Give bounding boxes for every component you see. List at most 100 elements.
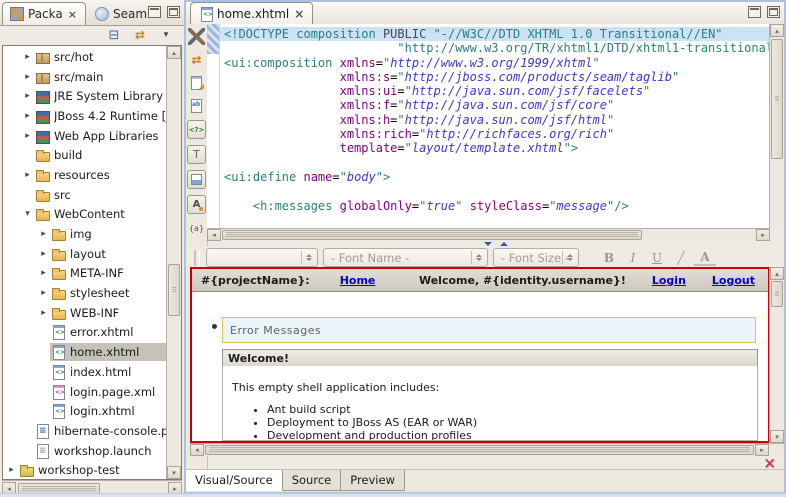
expand-arrow-icon[interactable]: ▸ [37,229,50,239]
tree-item-src[interactable]: src [3,185,166,205]
tree-item-webcontent[interactable]: ▾WebContent [3,205,166,225]
visual-horizontal-scrollbar[interactable]: ◂ ▸ [190,443,784,456]
scroll-up-icon[interactable]: ▴ [770,24,784,37]
code-line[interactable]: "http://www.w3.org/TR/xhtml1/DTD/xhtml1-… [220,41,770,55]
italic-button[interactable]: I [622,249,644,267]
tree-item-jboss-4-2-runtime-jbo[interactable]: ▸JBoss 4.2 Runtime [JBo [3,106,166,126]
code-line[interactable] [220,184,770,198]
tree-item-workshop-launch[interactable]: workshop.launch [3,441,166,461]
scroll-up-icon[interactable]: ▴ [167,46,181,59]
page-design-options-icon[interactable] [188,74,205,91]
spinner-icon[interactable] [301,251,315,264]
code-line[interactable]: xmlns:h="http://java.sun.com/jsf/html" [220,113,770,127]
expand-arrow-icon[interactable]: ▸ [21,170,34,180]
home-link[interactable]: Home [340,274,376,287]
minimize-editor-icon[interactable] [748,6,761,18]
close-icon[interactable]: × [294,7,304,21]
expand-arrow-icon[interactable]: ▸ [37,308,50,318]
visual-design-pane[interactable]: #{projectName}: Home Welcome, #{identity… [190,267,770,443]
tab-home-xhtml[interactable]: home.xhtml × [190,2,313,24]
block-format-combo[interactable] [206,248,318,267]
refresh-icon[interactable] [188,51,205,68]
tree-item-layout[interactable]: ▸layout [3,244,166,264]
tab-visual-source[interactable]: Visual/Source [186,470,283,491]
welcome-panel-header[interactable]: Welcome! [222,349,758,367]
source-vertical-scrollbar[interactable]: ▴ [769,24,784,228]
show-text-formatting-icon[interactable] [187,145,206,164]
login-link[interactable]: Login [652,274,686,287]
tree-vertical-scrollbar[interactable]: ▴ ▾ [166,46,181,479]
expand-arrow-icon[interactable]: ▸ [21,91,34,101]
source-editor[interactable]: <!DOCTYPE composition PUBLIC "-//W3C//DT… [207,24,770,228]
scroll-up-icon[interactable]: ▴ [770,267,784,280]
font-color-button[interactable]: A [694,249,716,266]
scroll-thumb[interactable] [205,445,754,455]
code-line[interactable]: <ui:define name="body"> [220,170,770,184]
source-horizontal-scrollbar[interactable]: ◂ ▸ [207,228,770,241]
tree-item-web-inf[interactable]: ▸WEB-INF [3,303,166,323]
show-selection-bar-icon[interactable] [187,170,206,189]
code-line[interactable]: <ui:composition xmlns="http://www.w3.org… [220,56,770,70]
font-name-combo[interactable]: - Font Name - [323,248,488,267]
foreground-color-button[interactable]: ╱ [670,249,692,267]
tab-package-explorer[interactable]: Packa × [2,2,86,25]
show-non-visual-tags-icon[interactable] [187,120,206,139]
sash-collapse-down-icon[interactable] [484,242,492,246]
tree-item-src-hot[interactable]: ▸src/hot [3,47,166,67]
tree-item-meta-inf[interactable]: ▸META-INF [3,264,166,284]
sash-collapse-up-icon[interactable] [500,242,508,246]
code-line[interactable]: <!DOCTYPE composition PUBLIC "-//W3C//DT… [220,27,770,41]
scroll-thumb[interactable] [771,281,783,307]
spinner-icon[interactable] [562,251,576,264]
tree-item-resources[interactable]: ▸resources [3,165,166,185]
error-messages-placeholder[interactable]: Error Messages [222,317,756,343]
view-menu-icon[interactable]: ▾ [158,27,174,43]
tree-item-img[interactable]: ▸img [3,224,166,244]
tree-item-login-page-xml[interactable]: login.page.xml [3,382,166,402]
welcome-panel-body[interactable]: This empty shell application includes: A… [222,366,758,441]
font-size-combo[interactable]: - Font Size - [493,248,579,267]
tree-item-web-app-libraries[interactable]: ▸Web App Libraries [3,126,166,146]
expand-arrow-icon[interactable]: ▸ [21,72,34,82]
scroll-left-icon[interactable]: ◂ [190,444,204,456]
code-line[interactable]: xmlns:ui="http://java.sun.com/jsf/facele… [220,84,770,98]
code-line[interactable]: template="layout/template.xhtml"> [220,141,770,155]
tree-item-workshop-test[interactable]: ▸workshop-test [3,460,166,479]
tab-source[interactable]: Source [283,470,342,491]
scroll-right-icon[interactable]: ▸ [756,229,770,241]
code-line[interactable]: <h:messages globalOnly="true" styleClass… [220,199,770,213]
link-with-editor-icon[interactable]: ⇄ [132,27,148,43]
code-line[interactable] [220,156,770,170]
show-bundles-as-el-icon[interactable] [187,195,206,214]
scroll-thumb[interactable] [222,230,642,240]
logout-link[interactable]: Logout [712,274,755,287]
minimize-view-icon[interactable] [148,6,161,18]
bold-button[interactable]: B [598,249,620,267]
tree-item-login-xhtml[interactable]: login.xhtml [3,401,166,421]
tree-item-build[interactable]: build [3,145,166,165]
externalize-strings-icon[interactable] [188,97,205,114]
maximize-editor-icon[interactable] [767,6,780,18]
close-icon[interactable]: × [67,8,78,21]
maximize-view-icon[interactable] [167,6,180,18]
spinner-icon[interactable] [471,251,485,264]
code-line[interactable]: xmlns:f="http://java.sun.com/jsf/core" [220,98,770,112]
scroll-down-icon[interactable]: ▾ [770,430,784,443]
scroll-thumb[interactable] [771,39,783,159]
tree-item-src-main[interactable]: ▸src/main [3,67,166,87]
expand-arrow-icon[interactable]: ▸ [37,288,50,298]
expand-arrow-icon[interactable]: ▸ [37,249,50,259]
tree-item-error-xhtml[interactable]: error.xhtml [3,323,166,343]
expand-arrow-icon[interactable]: ▸ [21,111,34,121]
toolbar-grip[interactable] [194,250,200,266]
code-line[interactable]: xmlns:s="http://jboss.com/products/seam/… [220,70,770,84]
collapse-all-icon[interactable]: ⊟ [106,27,122,43]
tree-item-stylesheet[interactable]: ▸stylesheet [3,283,166,303]
expand-arrow-icon[interactable]: ▸ [21,131,34,141]
expand-arrow-icon[interactable]: ▸ [5,465,18,475]
el-expression-icon[interactable] [188,220,205,237]
visual-vertical-scrollbar[interactable]: ▴ ▾ [769,267,784,443]
expand-arrow-icon[interactable]: ▸ [37,268,50,278]
tree-item-hibernate-console-prop[interactable]: hibernate-console.prop [3,421,166,441]
tab-seam-components[interactable]: Seam [88,3,154,25]
